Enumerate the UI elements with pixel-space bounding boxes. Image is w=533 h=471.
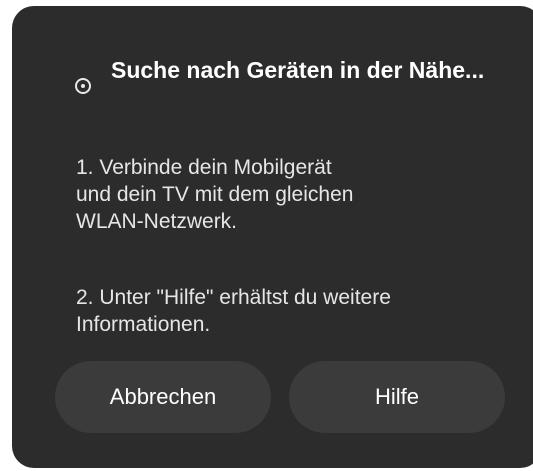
instruction-step-1: 1. Verbinde dein Mobilgerät und dein TV … xyxy=(76,156,354,233)
instruction-step-2: 2. Unter "Hilfe" erhältst du weitere Inf… xyxy=(76,286,391,336)
radar-icon xyxy=(75,78,91,94)
dialog-title: Suche nach Geräten in der Nähe... xyxy=(111,57,485,83)
cancel-button[interactable]: Abbrechen xyxy=(55,361,271,433)
help-button[interactable]: Hilfe xyxy=(289,361,505,433)
device-search-dialog: Suche nach Geräten in der Nähe... 1. Ver… xyxy=(12,6,533,468)
